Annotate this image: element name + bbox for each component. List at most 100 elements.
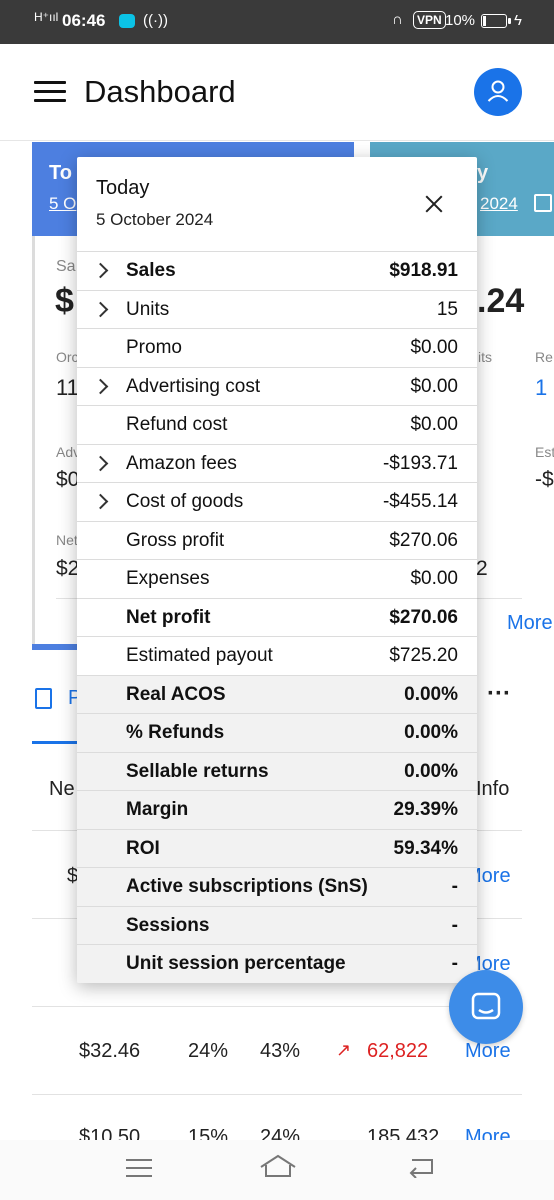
page-title: Dashboard xyxy=(84,74,236,109)
metric-label: % Refunds xyxy=(126,722,225,743)
metric-row: Sessions - xyxy=(77,905,477,944)
recent-apps-icon[interactable] xyxy=(124,1157,154,1179)
metric-row: Real ACOS 0.00% xyxy=(77,674,477,713)
popup-title: Today xyxy=(96,177,150,199)
table-header-info: Info xyxy=(476,778,510,800)
metric-value: $725.20 xyxy=(389,645,458,666)
metric-label: Units xyxy=(126,298,170,320)
metric-row: Refund cost $0.00 xyxy=(77,405,477,444)
chat-button[interactable] xyxy=(449,970,523,1044)
chevron-right-icon[interactable] xyxy=(92,493,109,510)
calendar-icon[interactable] xyxy=(534,194,552,212)
metric-row: Sellable returns 0.00% xyxy=(77,751,477,790)
est-label: Est xyxy=(535,444,554,460)
row-pct1: 24% xyxy=(188,1040,229,1062)
row-pct1: 15% xyxy=(188,1126,229,1140)
row-rank: 185,432 xyxy=(367,1126,440,1140)
chevron-right-icon[interactable] xyxy=(92,262,109,279)
card-date[interactable]: 2024 xyxy=(480,194,518,214)
chevron-right-icon[interactable] xyxy=(92,378,109,394)
units-label: its xyxy=(478,349,492,365)
metric-row: ROI 59.34% xyxy=(77,828,477,867)
signal-icon: H⁺ııl xyxy=(34,10,59,24)
metric-value: -$455.14 xyxy=(382,491,458,512)
metric-label: Cost of goods xyxy=(126,491,244,512)
card-title: To xyxy=(49,162,72,184)
metric-label: Estimated payout xyxy=(126,645,273,666)
metric-value: -$193.71 xyxy=(382,452,458,474)
back-icon[interactable] xyxy=(407,1154,437,1178)
battery-percent: 10% xyxy=(445,12,476,29)
metric-label: Active subscriptions (SnS) xyxy=(126,876,368,897)
metric-value: $0.00 xyxy=(410,375,458,397)
metric-row: Margin 29.39% xyxy=(77,790,477,829)
popup-date: 5 October 2024 xyxy=(96,210,214,229)
metric-row[interactable]: Cost of goods -$455.14 xyxy=(77,482,477,521)
metric-value: $270.06 xyxy=(389,606,458,628)
card-date[interactable]: 5 O xyxy=(49,194,76,214)
metric-label: Margin xyxy=(126,799,189,820)
chevron-right-icon[interactable] xyxy=(92,455,109,471)
battery-icon xyxy=(481,14,511,28)
metric-label: Advertising cost xyxy=(126,375,261,397)
est-value: -$ xyxy=(535,468,554,491)
net2-value: 2 xyxy=(476,557,488,580)
app-header: Dashboard xyxy=(0,44,554,141)
more-options-icon[interactable]: ··· xyxy=(487,680,511,708)
row-rank: 62,822 xyxy=(367,1040,429,1062)
profile-button[interactable] xyxy=(474,68,522,116)
metric-value: - xyxy=(451,914,458,936)
metric-label: Amazon fees xyxy=(126,452,237,474)
metric-row[interactable]: Units 15 xyxy=(77,289,477,329)
metric-value: 0.00% xyxy=(404,760,458,782)
menu-icon[interactable] xyxy=(34,81,66,103)
orders-label: Orc xyxy=(56,349,79,365)
net-value: $2 xyxy=(56,557,80,580)
divider xyxy=(32,1094,522,1095)
refunds-label: Re xyxy=(535,349,553,365)
adv-value: $0 xyxy=(56,468,80,491)
chat-icon xyxy=(471,992,501,1020)
metric-value: $0.00 xyxy=(410,414,458,435)
metric-value: $0.00 xyxy=(410,568,458,589)
row-more-link[interactable]: More xyxy=(465,1126,511,1140)
orders-value: 11 xyxy=(56,375,79,400)
metric-row: % Refunds 0.00% xyxy=(77,713,477,752)
metric-label: Gross profit xyxy=(126,529,225,551)
row-pct2: 24% xyxy=(260,1126,301,1140)
close-icon[interactable] xyxy=(423,193,445,215)
refunds-value[interactable]: 1 xyxy=(535,375,547,401)
metric-value: 0.00% xyxy=(404,722,458,743)
charging-icon: ϟ xyxy=(514,12,522,29)
metric-label: Sellable returns xyxy=(126,760,269,782)
metric-label: Net profit xyxy=(126,606,211,628)
user-icon xyxy=(487,80,509,102)
metric-value: 15 xyxy=(436,298,458,320)
metric-row: Active subscriptions (SnS) - xyxy=(77,867,477,906)
table-row[interactable]: $10.50 15% 24% 185,432 More xyxy=(0,1126,554,1140)
status-bar: H⁺ııl 06:46 ((·)) ∩ VPN 10% ϟ xyxy=(0,0,554,44)
chevron-right-icon[interactable] xyxy=(92,301,109,317)
metric-row: Expenses $0.00 xyxy=(77,559,477,598)
metric-value: 59.34% xyxy=(393,837,458,859)
metric-value: $270.06 xyxy=(389,529,458,551)
metric-row[interactable]: Sales $918.91 xyxy=(77,251,477,290)
metric-row[interactable]: Amazon fees -$193.71 xyxy=(77,443,477,483)
metric-label: Unit session percentage xyxy=(126,953,346,974)
metric-value: - xyxy=(451,876,458,897)
more-link[interactable]: More xyxy=(507,612,553,635)
home-icon[interactable] xyxy=(259,1153,297,1179)
metric-label: Sessions xyxy=(126,914,210,936)
metric-value: 0.00% xyxy=(404,683,458,705)
headphones-icon: ∩ xyxy=(392,11,403,28)
net-label: Net xyxy=(56,532,78,548)
tab-underline xyxy=(32,741,78,744)
metric-label: ROI xyxy=(126,837,160,859)
metric-label: Sales xyxy=(126,260,176,281)
metric-label: Expenses xyxy=(126,568,210,589)
row-pct2: 43% xyxy=(260,1040,301,1062)
clipboard-icon xyxy=(35,688,52,709)
app-notification-icon xyxy=(119,14,135,28)
trend-up-icon: ↗ xyxy=(336,1040,352,1060)
metric-row[interactable]: Advertising cost $0.00 xyxy=(77,366,477,406)
